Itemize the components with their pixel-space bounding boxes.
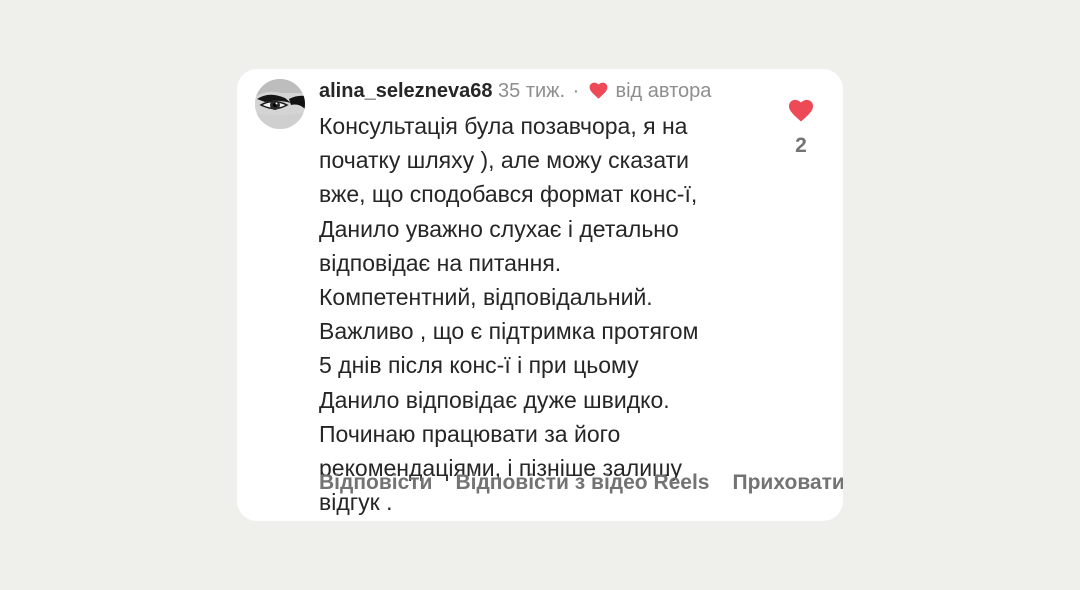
like-heart-icon[interactable] [788, 99, 814, 122]
reply-with-reels-button[interactable]: Відповісти з відео Reels [455, 471, 709, 494]
comment-actions: Відповісти Відповісти з відео Reels Прихов… [319, 471, 843, 495]
separator-dot: · [572, 80, 580, 102]
like-button[interactable]: 2 [786, 99, 816, 158]
author-heart-icon [589, 82, 608, 99]
avatar[interactable] [255, 79, 305, 129]
reply-button[interactable]: Відповісти [319, 471, 432, 494]
comment-time: 35 тиж. [498, 80, 566, 102]
eye-avatar-icon [255, 79, 305, 129]
comment-card: alina_selezneva68 35 тиж. · від автора К… [237, 69, 843, 521]
username-link[interactable]: alina_selezneva68 [319, 80, 492, 102]
hide-button[interactable]: Приховати [733, 471, 844, 494]
comment-text: Консультація була позавчора, я на початк… [319, 113, 699, 516]
like-count: 2 [795, 134, 807, 157]
liked-by-author-label: від автора [615, 80, 712, 102]
comment-header: alina_selezneva68 35 тиж. · від автора [319, 77, 711, 105]
